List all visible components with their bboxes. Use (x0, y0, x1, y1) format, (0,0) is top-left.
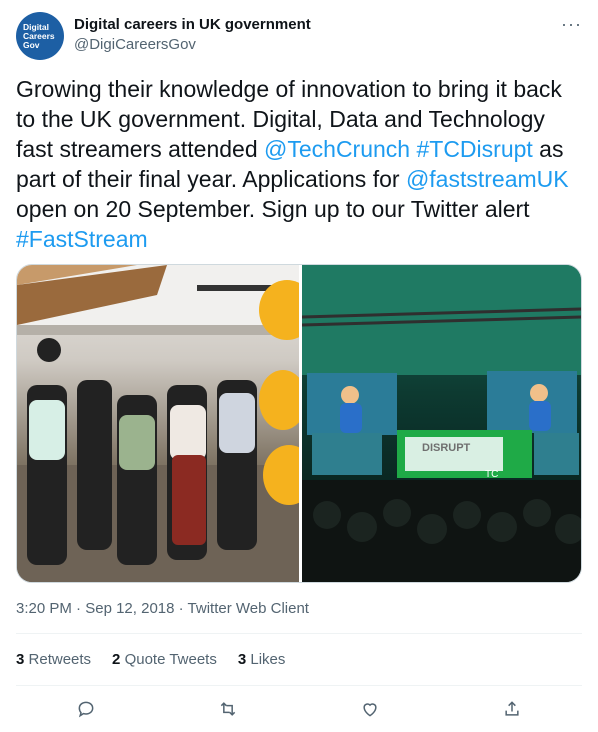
author-names: Digital careers in UK government @DigiCa… (74, 15, 311, 55)
divider-top (16, 633, 582, 634)
divider-bottom (16, 685, 582, 686)
retweet-icon[interactable] (213, 694, 243, 724)
retweets-count: 3 (16, 651, 25, 668)
photo-disrupt-stage-art: DISRUPT TC (301, 265, 581, 582)
tweet-link[interactable]: @faststreamUK (406, 166, 569, 192)
tweet-link[interactable]: #TCDisrupt (416, 136, 532, 162)
photo-disrupt-stage[interactable]: DISRUPT TC (301, 265, 581, 582)
retweets-stat[interactable]: 3 Retweets (16, 651, 91, 668)
stage-logo: TC (485, 469, 498, 480)
action-bar (0, 694, 598, 724)
tweet-link[interactable]: @TechCrunch (264, 136, 410, 162)
tweet-meta: 3:20 PM · Sep 12, 2018 · Twitter Web Cli… (16, 600, 309, 617)
media-grid: DISRUPT TC (16, 264, 582, 583)
likes-label: Likes (250, 651, 286, 668)
photo-group-visit-art (17, 265, 315, 582)
disrupt-banner: DISRUPT (422, 442, 471, 454)
avatar-text-line: Gov (23, 39, 40, 50)
quotes-label: Quote Tweets (124, 651, 217, 668)
quotes-count: 2 (112, 651, 121, 668)
username-handle[interactable]: @DigiCareersGov (74, 35, 311, 55)
timestamp-time[interactable]: 3:20 PM (16, 600, 72, 617)
quotes-stat[interactable]: 2 Quote Tweets (112, 651, 217, 668)
photo-group-visit[interactable] (17, 265, 315, 582)
tweet-card: Digital Careers Gov Digital careers in UK … (0, 0, 598, 732)
likes-count: 3 (237, 651, 247, 668)
avatar[interactable]: Digital Careers Gov (16, 12, 64, 60)
tweet-stats: 3 Retweets 2 Quote Tweets 3 Likes (16, 651, 285, 668)
meta-separator-1: · (76, 600, 82, 617)
tweet-link[interactable]: #FastStream (16, 226, 148, 252)
meta-separator-2: · (178, 600, 184, 617)
display-name[interactable]: Digital careers in UK government (74, 15, 311, 35)
like-icon[interactable] (355, 694, 385, 724)
tweet-text: Growing their knowledge of innovation to… (16, 74, 584, 254)
client-name[interactable]: Twitter Web Client (188, 600, 309, 617)
timestamp-date[interactable]: Sep 12, 2018 (85, 600, 174, 617)
reply-icon[interactable] (71, 694, 101, 724)
retweets-label: Retweets (28, 651, 92, 668)
more-icon[interactable]: ··· (561, 14, 582, 35)
likes-stat[interactable]: 3 Likes (238, 651, 286, 668)
tweet-header: Digital Careers Gov Digital careers in UK … (16, 12, 582, 60)
share-icon[interactable] (497, 694, 527, 724)
